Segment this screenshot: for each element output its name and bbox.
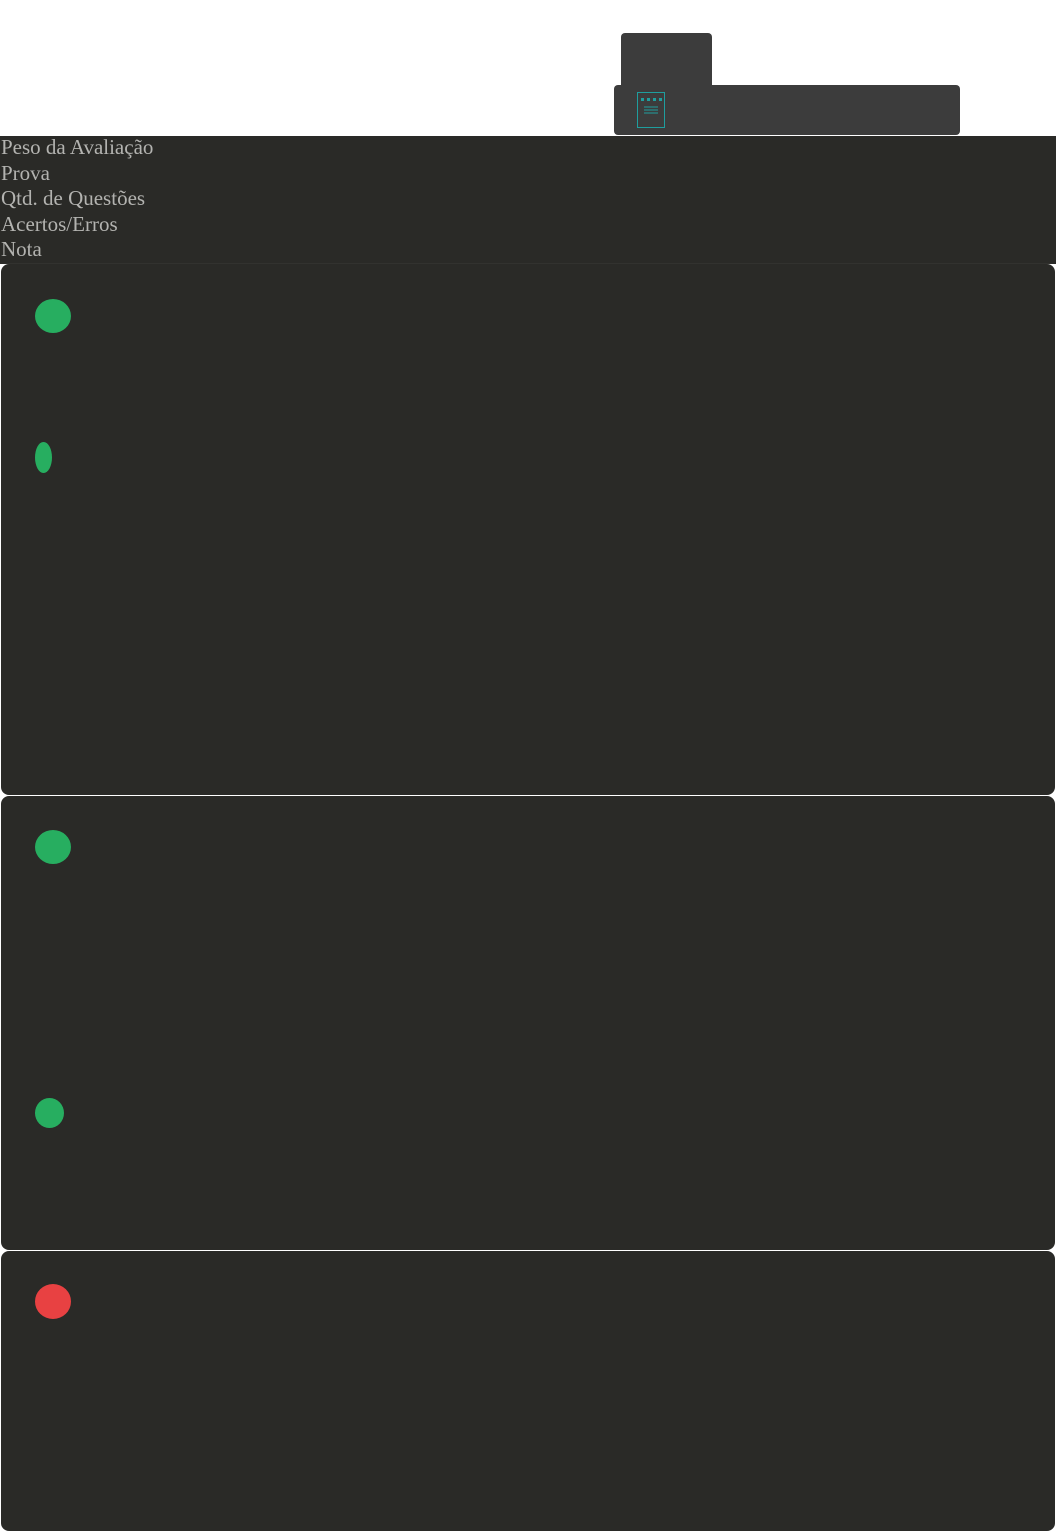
evaluation-card (1, 1251, 1055, 1531)
document-icon[interactable] (637, 92, 665, 128)
success-status-dot (35, 442, 52, 473)
header-label-prova: Prova (1, 160, 50, 185)
top-panel[interactable] (614, 85, 960, 135)
error-status-dot (35, 1284, 71, 1319)
top-tab[interactable] (621, 33, 712, 85)
header-label-acertos-erros: Acertos/Erros (1, 211, 118, 236)
table-header: Peso da Avaliação Prova Qtd. de Questões… (0, 135, 1056, 264)
evaluation-card (1, 264, 1055, 795)
evaluation-card (1, 796, 1055, 1250)
success-status-dot (35, 830, 71, 864)
header-label-nota: Nota (1, 237, 42, 262)
success-status-dot (35, 299, 71, 333)
header-label-questoes: Qtd. de Questões (1, 186, 146, 211)
success-status-dot (35, 1098, 64, 1128)
header-label-peso: Peso da Avaliação (1, 135, 154, 159)
